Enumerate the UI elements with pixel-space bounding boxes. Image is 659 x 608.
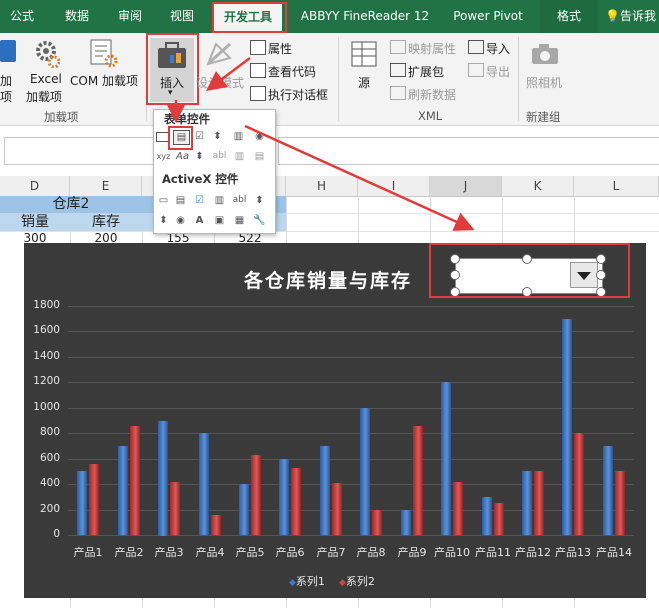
annotation-arrows (166, 57, 475, 231)
arrow-to-insert-button (206, 57, 251, 91)
arrow-to-combo-box (244, 124, 475, 231)
